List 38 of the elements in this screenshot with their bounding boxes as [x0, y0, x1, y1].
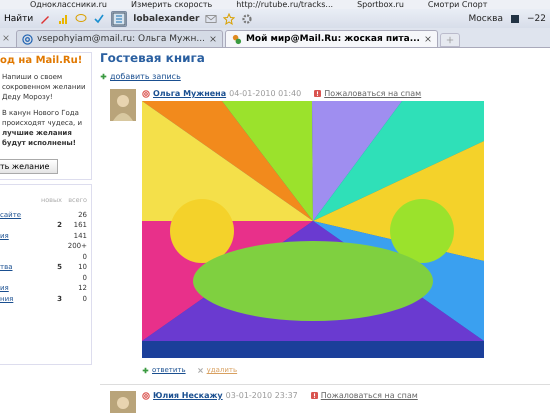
new-tab-button[interactable] [440, 33, 460, 47]
entry-date: 04-01-2010 01:40 [229, 89, 302, 98]
username-link[interactable]: lobalexander [133, 14, 200, 24]
plus-icon [100, 73, 107, 80]
author-link[interactable]: Юлия Нескажу [153, 391, 223, 400]
city-label: Москва [468, 14, 503, 24]
promo-title: од на Mail.Ru! [0, 55, 84, 66]
add-entry-link[interactable]: добавить запись [110, 72, 181, 81]
wish-button[interactable]: ть желание [0, 159, 58, 174]
report-spam-link[interactable]: Пожаловаться на спам [324, 89, 422, 98]
browser-tab[interactable]: vsepohyiam@mail.ru: Ольга Мужн... [16, 30, 223, 47]
bookmark-link[interactable]: Одноклассники.ru [30, 0, 107, 9]
avatar[interactable] [110, 89, 136, 121]
temperature-label: −22 [527, 14, 546, 24]
close-icon[interactable] [2, 34, 10, 42]
document-icon[interactable] [111, 10, 128, 26]
bookmark-link[interactable]: Смотри Спорт [428, 0, 488, 9]
search-button[interactable]: Найти [4, 14, 34, 24]
bookmark-link[interactable]: Измерить скорость [130, 0, 212, 9]
bars-icon[interactable] [57, 12, 70, 24]
report-spam-link[interactable]: Пожаловаться на спам [320, 391, 418, 400]
bookmark-link[interactable]: Sportbox.ru [357, 0, 404, 9]
warning-icon [310, 392, 318, 399]
star-icon[interactable] [223, 12, 236, 24]
entry-date: 03-01-2010 23:37 [226, 391, 298, 400]
close-icon [196, 366, 204, 374]
browser-tab[interactable]: Мой мир@Mail.Ru: жоская пита... [224, 30, 438, 47]
close-icon[interactable] [424, 35, 432, 43]
author-link[interactable]: Ольга Мужнена [153, 89, 226, 98]
close-icon[interactable] [208, 35, 217, 43]
plus-icon [446, 36, 454, 44]
check-icon[interactable] [93, 12, 106, 24]
bookmark-link[interactable]: http://rutube.ru/tracks... [236, 0, 334, 9]
plus-icon [142, 366, 149, 374]
warning-icon [314, 90, 322, 97]
page-title: Гостевая книга [100, 51, 206, 65]
envelope-icon[interactable] [205, 12, 218, 24]
people-icon [230, 34, 242, 44]
